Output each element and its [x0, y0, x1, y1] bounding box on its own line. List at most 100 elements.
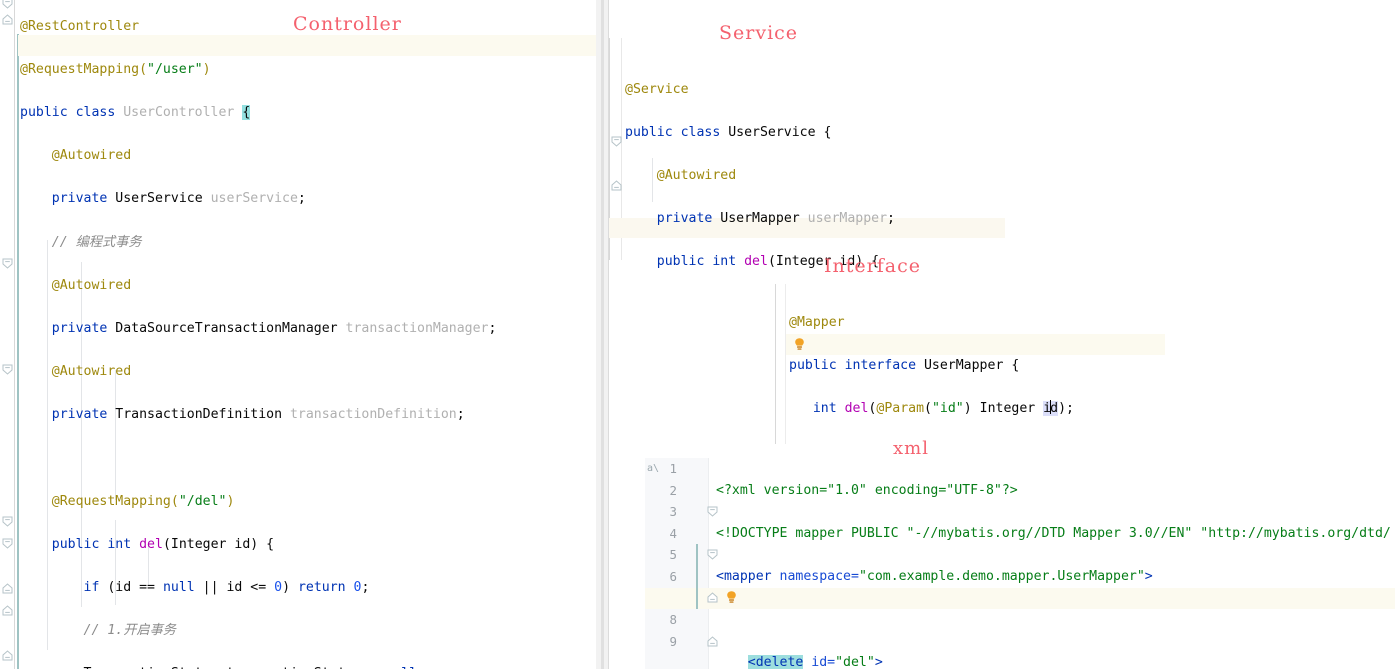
token-annotation-mapper: @Mapper: [789, 314, 845, 330]
token-attr-namespace-value: "com.example.demo.mapper.UserMapper": [858, 568, 1145, 584]
token-annotation-autowired: @Autowired: [51, 148, 132, 164]
code-line[interactable]: @Autowired: [625, 165, 895, 187]
fold-open-icon[interactable]: [2, 364, 13, 375]
code-line[interactable]: @Mapper: [789, 312, 1074, 334]
code-line[interactable]: @RequestMapping("/del"): [20, 491, 608, 513]
token-field-transactionmanager: transactionManager: [345, 320, 489, 336]
annotation-label-controller: Controller: [293, 13, 402, 35]
code-line-class-decl[interactable]: public class UserController {: [20, 102, 608, 124]
xml-line-number: 5: [669, 547, 677, 563]
token-attr-namespace: namespace=: [779, 568, 859, 584]
controller-scrollbar-thumb[interactable]: [601, 0, 604, 669]
code-line[interactable]: // 编程式事务: [20, 232, 608, 254]
token-keyword-private: private: [51, 191, 116, 207]
code-line[interactable]: if (id == null || id <= 0) return 0;: [20, 577, 608, 599]
code-line[interactable]: // 1.开启事务: [20, 620, 608, 642]
controller-editor-panel[interactable]: @RestController @RequestMapping("/user")…: [0, 0, 608, 669]
code-line[interactable]: @Autowired: [20, 145, 608, 167]
token-xml-encoding: "UTF-8": [946, 482, 1002, 498]
controller-gutter[interactable]: [0, 0, 14, 669]
token-type-userservice: UserService: [115, 191, 211, 207]
token-keyword-private: private: [51, 407, 116, 423]
token-annotation-restcontroller: @RestController: [20, 18, 140, 34]
mapper-editor-panel[interactable]: @Mapper public interface UserMapper { in…: [775, 284, 1395, 444]
token-annotation-param: @Param: [876, 400, 925, 416]
token-comment-begin-tx: // 1.开启事务: [83, 623, 176, 639]
controller-code[interactable]: @RestController @RequestMapping("/user")…: [20, 0, 608, 669]
token-annotation-requestmapping: @RequestMapping(: [20, 61, 148, 77]
code-line[interactable]: @Autowired: [20, 275, 608, 297]
fold-close-icon[interactable]: [2, 605, 13, 616]
code-line[interactable]: private UserService userService;: [20, 188, 608, 210]
code-line[interactable]: <?xml version="1.0" encoding="UTF-8"?>: [716, 480, 1391, 502]
token-keyword-public-int: public int: [51, 536, 140, 552]
token-string-del-path: "/del": [178, 493, 227, 509]
xml-line-number: 4: [669, 525, 677, 541]
xml-annotation-badge: a\: [647, 463, 660, 474]
fold-open-icon[interactable]: [2, 0, 13, 9]
token-param-id: id) {: [234, 536, 275, 552]
token-cond: (id ==: [107, 580, 163, 596]
service-editor-panel[interactable]: @Service public class UserService { @Aut…: [609, 18, 1395, 278]
token-type-usermapper: UserMapper: [720, 211, 808, 227]
code-line[interactable]: public class UserService {: [625, 122, 895, 144]
token-param-id-selected: id: [1043, 399, 1059, 416]
token-field-usermapper: userMapper: [807, 211, 888, 227]
token-annotation-requestmapping: @RequestMapping(: [51, 493, 179, 509]
fold-close-icon[interactable]: [611, 180, 622, 191]
code-line[interactable]: TransactionStatus transactionStatus = nu…: [20, 663, 608, 669]
fold-close-icon[interactable]: [2, 14, 13, 25]
mapper-code[interactable]: @Mapper public interface UserMapper { in…: [789, 290, 1074, 444]
service-code[interactable]: @Service public class UserService { @Aut…: [625, 57, 895, 278]
token-keyword-public: public class: [20, 104, 124, 120]
fold-open-icon[interactable]: [2, 538, 13, 549]
code-line-caret[interactable]: int del(@Param("id") Integer id);: [789, 398, 1074, 420]
code-line-blank[interactable]: [716, 609, 1391, 631]
code-line[interactable]: private UserMapper userMapper;: [625, 208, 895, 230]
code-line[interactable]: private TransactionDefinition transactio…: [20, 404, 608, 426]
token-classname-usermapper: UserMapper {: [923, 357, 1020, 373]
token-attr-id: id=: [803, 655, 836, 669]
xml-delete-scope-bar: [696, 544, 698, 609]
xml-code[interactable]: <?xml version="1.0" encoding="UTF-8"?> <…: [716, 458, 1391, 669]
token-annotation-autowired: @Autowired: [656, 167, 737, 183]
token-keyword-public-class: public class: [625, 124, 729, 140]
token-type-integer: Integer: [170, 536, 235, 552]
xml-editor-panel[interactable]: a\ 1 2 3 4 5 6 7 8 9: [645, 458, 1395, 669]
token-tag-close: >: [1144, 568, 1153, 584]
token-annotation-autowired: @Autowired: [51, 364, 132, 380]
fold-open-icon[interactable]: [2, 516, 13, 527]
token-brace-open-highlight: {: [242, 104, 251, 120]
fold-open-icon[interactable]: [2, 258, 13, 269]
code-line[interactable]: public int del(Integer id) {: [20, 534, 608, 556]
token-semicolon: ;: [361, 580, 370, 596]
xml-line-number: 2: [669, 482, 677, 498]
token-comment-programmatic-tx: // 编程式事务: [51, 234, 142, 250]
xml-line-number: 3: [669, 504, 677, 520]
annotation-label-xml: xml: [893, 438, 929, 459]
code-line-blank[interactable]: [20, 447, 608, 469]
code-line[interactable]: <!DOCTYPE mapper PUBLIC "-//mybatis.org/…: [716, 523, 1391, 545]
token-method-del: del: [139, 536, 163, 552]
xml-line-number: 9: [669, 633, 677, 649]
code-line[interactable]: @RequestMapping("/user"): [20, 59, 608, 81]
service-panel-top-cover: [609, 0, 1395, 18]
xml-line-number: 1: [669, 461, 677, 476]
fold-close-icon[interactable]: [2, 650, 13, 661]
mapper-gutter-divider: [785, 284, 786, 444]
code-line[interactable]: @Service: [625, 79, 895, 101]
fold-close-icon[interactable]: [2, 583, 13, 594]
code-line[interactable]: private DataSourceTransactionManager tra…: [20, 318, 608, 340]
code-line-blank[interactable]: [789, 441, 1074, 444]
code-line[interactable]: public interface UserMapper {: [789, 355, 1074, 377]
token-field-userservice: userService: [210, 191, 298, 207]
token-paren: ): [202, 61, 211, 77]
code-line[interactable]: @Autowired: [20, 361, 608, 383]
controller-gutter-divider: [14, 0, 15, 669]
code-line[interactable]: <delete id="del">: [716, 652, 1391, 669]
token-close-paren: ): [963, 400, 980, 416]
token-xml-decl-close: ?>: [1001, 482, 1018, 498]
fold-open-icon[interactable]: [611, 136, 622, 147]
code-line[interactable]: <mapper namespace="com.example.demo.mapp…: [716, 566, 1391, 588]
token-keyword-if: if: [83, 580, 108, 596]
